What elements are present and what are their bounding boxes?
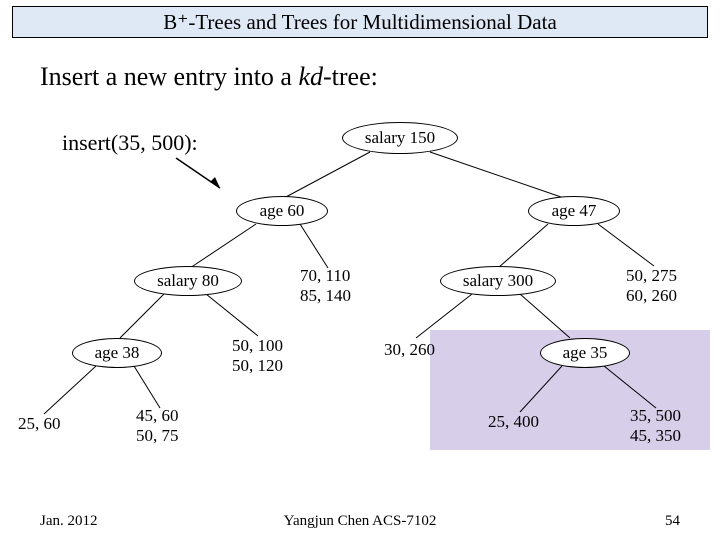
leaf-30-260: 30, 260 [384, 340, 435, 360]
heading-suffix: -tree: [323, 62, 378, 91]
leaf-25-60: 25, 60 [18, 414, 61, 434]
slide-root: B⁺-Trees and Trees for Multidimensional … [0, 0, 720, 540]
heading-prefix: Insert a new entry into a [40, 62, 298, 91]
leaf-50-100: 50, 100 50, 120 [232, 336, 283, 375]
slide-heading: Insert a new entry into a kd-tree: [40, 62, 378, 92]
heading-kd: kd [298, 62, 323, 91]
insert-call: insert(35, 500): [62, 130, 198, 156]
footer-author: Yangjun Chen ACS-7102 [0, 513, 720, 530]
node-age-38: age 38 [72, 338, 162, 368]
node-salary-300: salary 300 [440, 266, 556, 296]
leaf-45-60: 45, 60 50, 75 [136, 406, 179, 445]
leaf-50-275: 50, 275 60, 260 [626, 266, 677, 305]
leaf-70-110: 70, 110 85, 140 [300, 266, 351, 305]
leaf-35-500: 35, 500 45, 350 [630, 406, 681, 445]
footer-page: 54 [665, 513, 680, 530]
node-age-60: age 60 [236, 196, 328, 226]
node-age-47: age 47 [528, 196, 620, 226]
leaf-25-400: 25, 400 [488, 412, 539, 432]
node-age-35: age 35 [540, 338, 630, 368]
slide-title: B⁺-Trees and Trees for Multidimensional … [12, 6, 708, 38]
node-salary-150: salary 150 [342, 122, 458, 154]
node-salary-80: salary 80 [134, 266, 242, 296]
